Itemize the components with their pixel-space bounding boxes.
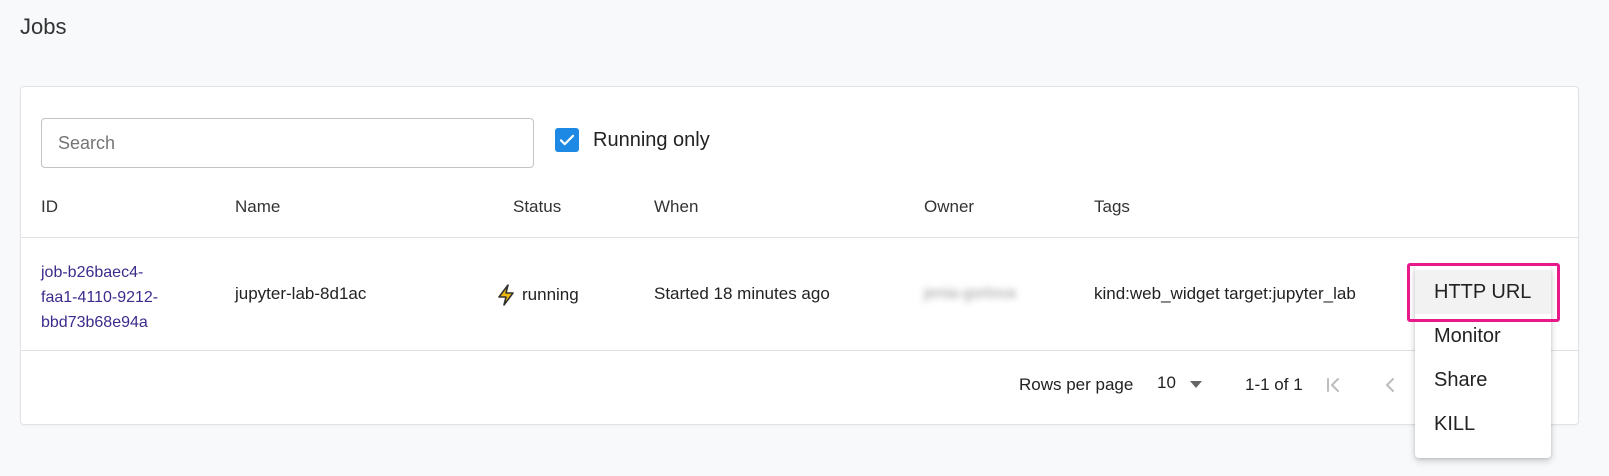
search-input[interactable] bbox=[41, 118, 534, 168]
job-tags: kind:web_widget target:jupyter_lab bbox=[1094, 284, 1356, 303]
pagination-range: 1-1 of 1 bbox=[1245, 375, 1303, 394]
menu-item-monitor[interactable]: Monitor bbox=[1415, 314, 1551, 358]
job-status-text: running bbox=[522, 285, 579, 304]
column-header-name[interactable]: Name bbox=[235, 197, 280, 217]
column-header-owner[interactable]: Owner bbox=[924, 197, 974, 217]
job-id-link[interactable]: job-b26baec4- faa1-4110-9212- bbd73b68e9… bbox=[41, 260, 201, 335]
page-title: Jobs bbox=[20, 14, 67, 39]
running-only-toggle[interactable]: Running only bbox=[555, 128, 710, 152]
column-header-tags[interactable]: Tags bbox=[1094, 197, 1130, 217]
jobs-card: Running only ID Name Status When Owner T… bbox=[20, 86, 1579, 425]
job-actions-menu: HTTP URL Monitor Share KILL bbox=[1415, 266, 1551, 458]
job-id-line: faa1-4110-9212- bbox=[41, 289, 159, 306]
rows-per-page-value: 10 bbox=[1157, 373, 1176, 392]
menu-item-http-url[interactable]: HTTP URL bbox=[1415, 270, 1551, 314]
check-icon bbox=[559, 134, 575, 146]
job-name: jupyter-lab-8d1ac bbox=[235, 284, 367, 303]
rows-per-page-label: Rows per page bbox=[1019, 375, 1134, 394]
chevron-left-icon bbox=[1386, 378, 1394, 392]
job-id-line: bbd73b68e94a bbox=[41, 314, 148, 331]
running-only-checkbox[interactable] bbox=[555, 128, 579, 152]
running-only-label: Running only bbox=[593, 128, 710, 151]
first-page-icon bbox=[1327, 378, 1339, 392]
caret-down-icon bbox=[1189, 380, 1202, 388]
header-divider bbox=[21, 237, 1578, 238]
previous-page-button[interactable] bbox=[1377, 371, 1405, 399]
row-divider bbox=[21, 350, 1578, 351]
menu-item-share[interactable]: Share bbox=[1415, 358, 1551, 402]
job-status: running bbox=[495, 283, 579, 307]
first-page-button[interactable] bbox=[1319, 371, 1347, 399]
column-header-when[interactable]: When bbox=[654, 197, 698, 217]
column-header-status[interactable]: Status bbox=[513, 197, 561, 217]
job-owner: jenia-gorlova bbox=[924, 285, 1016, 302]
column-header-id[interactable]: ID bbox=[41, 197, 58, 217]
rows-per-page-select[interactable]: 10 bbox=[1157, 373, 1202, 393]
lightning-icon bbox=[498, 284, 514, 306]
menu-item-kill[interactable]: KILL bbox=[1415, 402, 1551, 446]
job-id-line: job-b26baec4- bbox=[41, 264, 144, 281]
job-when: Started 18 minutes ago bbox=[654, 284, 830, 303]
